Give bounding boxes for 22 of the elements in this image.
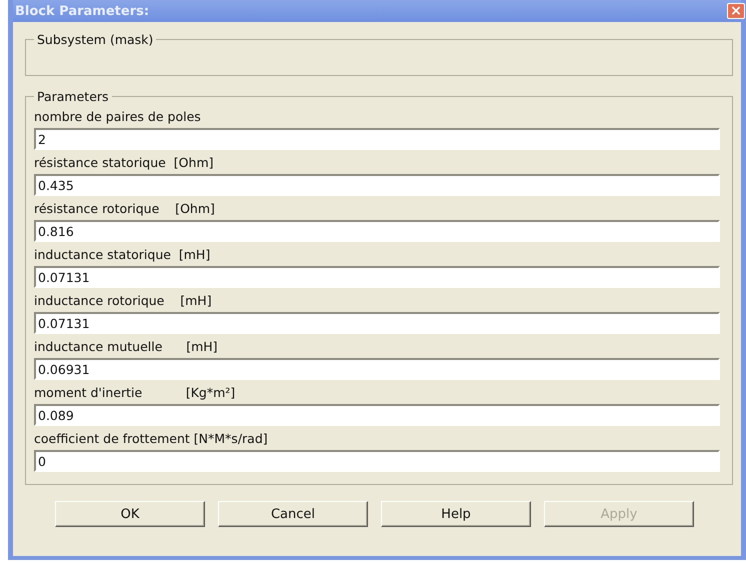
input-field[interactable]: 0.07131 bbox=[34, 312, 720, 334]
input-field[interactable]: 0.06931 bbox=[34, 358, 720, 380]
input-field[interactable]: 0.07131 bbox=[34, 266, 720, 288]
dialog-button[interactable]: OK bbox=[55, 501, 205, 527]
input-field[interactable]: 0.816 bbox=[34, 220, 720, 242]
input-field[interactable]: 0.435 bbox=[34, 174, 720, 196]
field-label: nombre de paires de poles bbox=[34, 108, 201, 126]
input-field[interactable]: 0 bbox=[34, 450, 720, 472]
group-title: Subsystem (mask) bbox=[36, 32, 154, 47]
field-label: coefficient de frottement [N*M*s/rad] bbox=[34, 430, 268, 448]
dialog-button[interactable]: Cancel bbox=[218, 501, 368, 527]
dialog-button[interactable]: Help bbox=[381, 501, 531, 527]
field-label: inductance rotorique [mH] bbox=[34, 292, 212, 310]
field-label: moment d'inertie [Kg*m²] bbox=[34, 384, 236, 402]
window-title: Block Parameters: bbox=[14, 4, 150, 18]
field-label: résistance rotorique [Ohm] bbox=[34, 200, 215, 218]
field-label: inductance mutuelle [mH] bbox=[34, 338, 218, 356]
field-label: inductance statorique [mH] bbox=[34, 246, 210, 264]
input-field[interactable]: 0.089 bbox=[34, 404, 720, 426]
field-label: résistance statorique [Ohm] bbox=[34, 154, 214, 172]
group-title: Parameters bbox=[36, 89, 110, 104]
input-field[interactable]: 2 bbox=[34, 128, 720, 150]
